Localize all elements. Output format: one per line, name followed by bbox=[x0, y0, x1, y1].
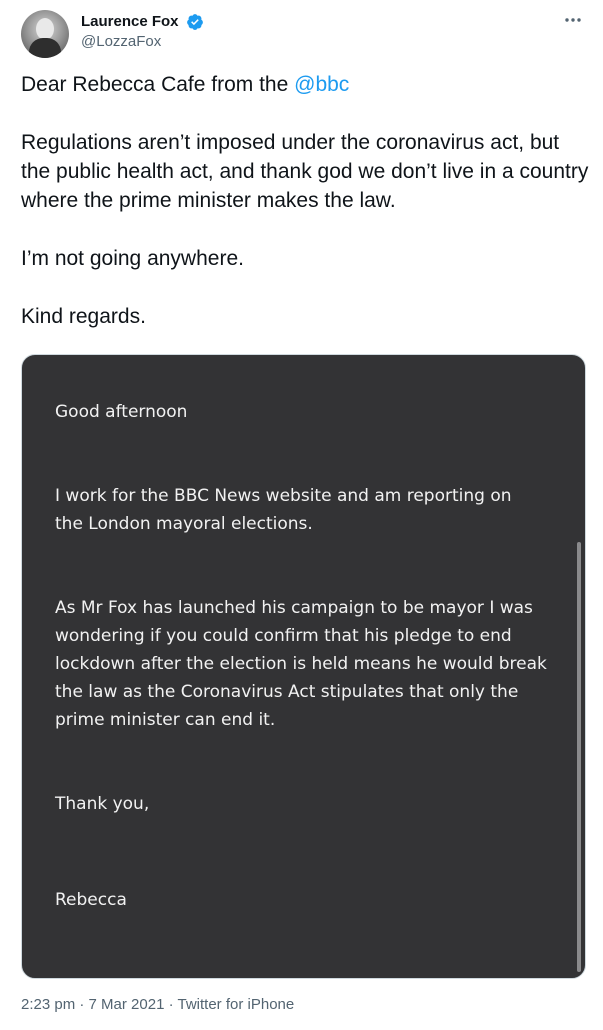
avatar-head-shape bbox=[36, 18, 54, 40]
tweet-meta: 2:23 pm · 7 Mar 2021 · Twitter for iPhon… bbox=[21, 994, 294, 1016]
letter-screenshot: Good afternoon I work for the BBC News w… bbox=[55, 398, 547, 914]
tweet-source[interactable]: Twitter for iPhone bbox=[178, 996, 295, 1013]
letter-paragraph-1: I work for the BBC News website and am r… bbox=[55, 486, 512, 534]
tweet-paragraph-3: I’m not going anywhere. bbox=[21, 247, 244, 270]
handle[interactable]: @LozzaFox bbox=[81, 32, 204, 52]
display-name[interactable]: Laurence Fox bbox=[81, 12, 179, 31]
letter-closing: Thank you, bbox=[55, 794, 150, 814]
verified-badge-icon bbox=[187, 13, 203, 30]
avatar[interactable] bbox=[21, 10, 69, 58]
tweet-paragraph-2: Regulations aren’t imposed under the cor… bbox=[21, 131, 589, 212]
letter-greeting: Good afternoon bbox=[55, 402, 188, 422]
tweet-text: Dear Rebecca Cafe from the @bbc Regulati… bbox=[21, 70, 591, 331]
tweet-card: Laurence Fox @LozzaFox Dear Rebecca Cafe… bbox=[0, 0, 603, 1030]
letter-paragraph-2: As Mr Fox has launched his campaign to b… bbox=[55, 598, 547, 730]
attached-image[interactable]: Good afternoon I work for the BBC News w… bbox=[21, 354, 586, 979]
more-options-icon[interactable] bbox=[563, 10, 583, 30]
tweet-time[interactable]: 2:23 pm bbox=[21, 996, 75, 1013]
meta-separator-2: · bbox=[164, 996, 178, 1013]
tweet-line-1-text: Dear Rebecca Cafe from the bbox=[21, 73, 295, 96]
tweet-paragraph-4: Kind regards. bbox=[21, 305, 146, 328]
tweet-date[interactable]: 7 Mar 2021 bbox=[89, 996, 165, 1013]
author-names: Laurence Fox @LozzaFox bbox=[81, 12, 204, 52]
mention-link[interactable]: @bbc bbox=[294, 73, 349, 96]
image-scrollbar bbox=[577, 542, 581, 972]
letter-signature: Rebecca bbox=[55, 890, 127, 910]
avatar-body-shape bbox=[29, 38, 61, 58]
tweet-line-1: Dear Rebecca Cafe from the @bbc bbox=[21, 70, 591, 99]
tweet-header: Laurence Fox @LozzaFox bbox=[21, 6, 585, 58]
meta-separator-1: · bbox=[75, 996, 89, 1013]
